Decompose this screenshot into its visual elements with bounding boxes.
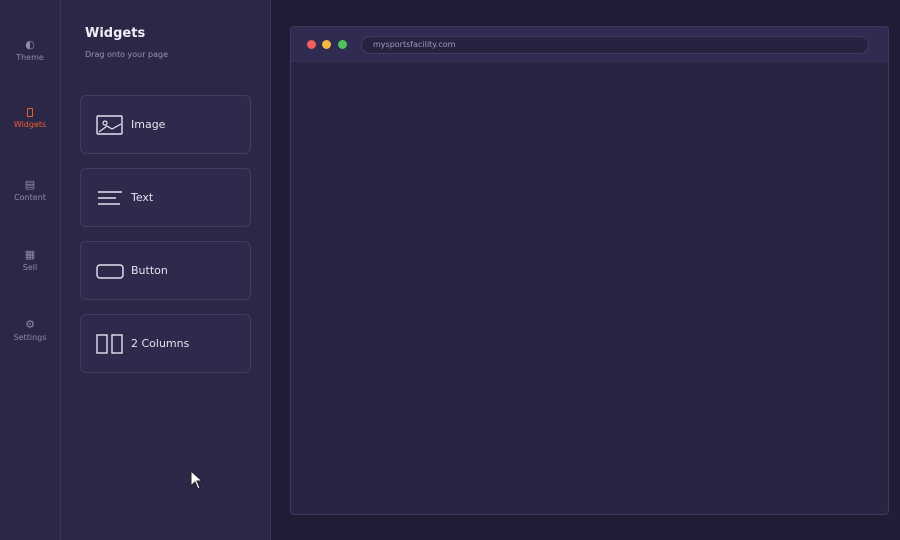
widget-label: Image [131, 118, 166, 131]
rail-item-sell[interactable]: ▦ Sell [0, 248, 60, 288]
widget-card-image[interactable]: Image [80, 95, 251, 154]
url-bar: mysportsfacility.com [361, 36, 869, 54]
button-icon [96, 260, 124, 282]
close-window-dot [307, 40, 316, 49]
theme-icon: ◐ [25, 38, 35, 51]
columns-icon [96, 333, 124, 355]
image-icon [96, 114, 124, 136]
minimize-window-dot [322, 40, 331, 49]
sell-icon: ▦ [24, 248, 36, 261]
icon-rail: ◐ Theme Widgets ▤ Content ▦ Sell ⚙ Setti… [0, 0, 61, 540]
widgets-icon [27, 105, 33, 119]
widget-card-text[interactable]: Text [80, 168, 251, 227]
rail-item-widgets[interactable]: Widgets [0, 105, 60, 145]
rail-item-settings[interactable]: ⚙ Settings [0, 318, 60, 358]
rail-item-label: Theme [16, 53, 44, 62]
widget-card-columns[interactable]: 2 Columns [80, 314, 251, 373]
panel-title: Widgets [85, 26, 146, 41]
rail-item-label: Widgets [13, 120, 47, 129]
app-root: ◐ Theme Widgets ▤ Content ▦ Sell ⚙ Setti… [0, 0, 900, 540]
drop-canvas[interactable] [291, 62, 888, 514]
gear-icon: ⚙ [25, 318, 35, 331]
text-icon [96, 187, 124, 209]
widget-label: Text [131, 191, 154, 204]
rail-item-label: Settings [13, 333, 47, 342]
rail-item-label: Content [14, 193, 46, 202]
rail-item-theme[interactable]: ◐ Theme [0, 38, 60, 78]
widget-label: 2 Columns [131, 337, 190, 350]
widgets-panel: Widgets Drag onto your page Image Text B… [61, 0, 271, 540]
widget-card-button[interactable]: Button [80, 241, 251, 300]
browser-toolbar: mysportsfacility.com [291, 27, 888, 62]
widget-label: Button [131, 264, 168, 277]
content-icon: ▤ [24, 178, 36, 191]
panel-subtitle: Drag onto your page [85, 50, 169, 59]
rail-item-label: Sell [22, 263, 38, 272]
maximize-window-dot [338, 40, 347, 49]
page-preview[interactable]: mysportsfacility.com [290, 26, 889, 515]
rail-item-content[interactable]: ▤ Content [0, 178, 60, 218]
